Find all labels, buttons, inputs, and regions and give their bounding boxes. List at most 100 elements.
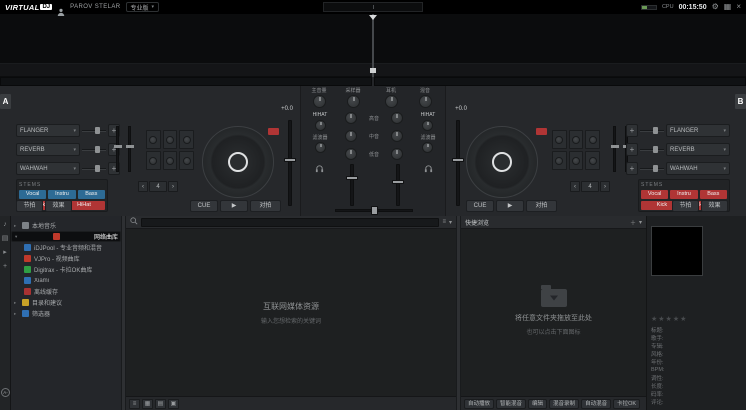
deck-b-pitch-slider[interactable]: [456, 120, 460, 206]
deck-a-pitch-slider[interactable]: [288, 120, 292, 206]
list-options-icon[interactable]: ≡: [442, 219, 446, 225]
karaoke-button[interactable]: 卡拉OK: [613, 399, 640, 409]
fx-amount-slider[interactable]: [640, 124, 664, 137]
loop-double-button[interactable]: ›: [600, 181, 610, 192]
deck-b-tab[interactable]: B: [735, 94, 746, 109]
sidebar-item-filters[interactable]: ▸ 筛选器: [11, 308, 121, 319]
right-volume-fader[interactable]: [396, 164, 400, 206]
deck-b-pad-mode-2[interactable]: 效果: [701, 200, 728, 212]
stem-pad[interactable]: [585, 130, 600, 149]
deck-a-cue-button[interactable]: CUE: [190, 200, 218, 212]
sidebar-item-online-library[interactable]: ▾ 网络曲库: [11, 231, 121, 242]
loop-half-button[interactable]: ‹: [570, 181, 580, 192]
loop-size-value[interactable]: 4: [149, 181, 167, 192]
stem-instru-button[interactable]: Instru: [670, 190, 697, 199]
history-icon[interactable]: ▸: [1, 248, 10, 257]
smart-mix-button[interactable]: 智能混音: [496, 399, 526, 409]
left-pfl-headphone-icon[interactable]: [315, 160, 324, 169]
fx-select[interactable]: FLANGER▾: [16, 124, 80, 137]
right-filter-knob[interactable]: [422, 142, 433, 153]
edit-button[interactable]: 编辑: [528, 399, 547, 409]
loop-double-button[interactable]: ›: [168, 181, 178, 192]
deck-a-pitch-fader-cap[interactable]: [284, 158, 296, 162]
stem-pad[interactable]: [163, 130, 178, 149]
deck-b-play-button[interactable]: ▶: [496, 200, 524, 212]
fx-select[interactable]: REVERB▾: [666, 143, 730, 156]
deck-a-pad-mode-1[interactable]: 节拍: [16, 200, 43, 212]
layout-grid-icon[interactable]: ▦: [724, 2, 732, 12]
sidebar-item-folders-suggestions[interactable]: ▸ 目录和建议: [11, 297, 121, 308]
crossfader-cap[interactable]: [371, 206, 378, 215]
stem-pad[interactable]: [569, 151, 584, 170]
mix-record-button[interactable]: 混音录制: [549, 399, 579, 409]
grid-view-icon[interactable]: ▦: [142, 399, 153, 409]
chevron-down-icon[interactable]: ▾: [449, 219, 452, 226]
stem-pad[interactable]: [179, 130, 194, 149]
stem-pad[interactable]: [569, 130, 584, 149]
stem-bass-button[interactable]: Bass: [78, 190, 105, 199]
deck-a-param-fader-2[interactable]: [128, 126, 131, 172]
sidebar-item-idjpool[interactable]: iDJPool - 专业音频和混音: [11, 242, 121, 253]
headphone-mix-knob[interactable]: [419, 95, 432, 108]
stem-pad[interactable]: [146, 130, 161, 149]
fx-add-button[interactable]: +: [626, 143, 638, 156]
loop-half-button[interactable]: ‹: [138, 181, 148, 192]
music-note-icon[interactable]: ♪: [1, 220, 10, 229]
left-eq-mid-knob[interactable]: [345, 130, 357, 142]
stem-instru-button[interactable]: Instru: [48, 190, 75, 199]
expand-arrow-icon[interactable]: ▸: [14, 300, 19, 306]
fx-select[interactable]: REVERB▾: [16, 143, 80, 156]
autoplay-button[interactable]: 自动播放: [464, 399, 494, 409]
sampler-volume-knob[interactable]: [347, 95, 360, 108]
right-pfl-headphone-icon[interactable]: [424, 160, 433, 169]
deck-b-sync-button[interactable]: 对拍: [526, 200, 557, 212]
stem-pad[interactable]: [552, 130, 567, 149]
add-folder-icon[interactable]: ＋: [630, 218, 636, 227]
deck-a-sync-button[interactable]: 对拍: [250, 200, 281, 212]
left-gain-knob[interactable]: [315, 120, 326, 131]
deck-a-play-button[interactable]: ▶: [220, 200, 248, 212]
stem-bass-button[interactable]: Bass: [700, 190, 727, 199]
sidebar-item-digitrax[interactable]: Digitrax - 卡拉OK曲库: [11, 264, 121, 275]
stem-pad[interactable]: [179, 151, 194, 170]
deck-b-jog-wheel[interactable]: [466, 126, 538, 198]
master-volume-knob[interactable]: [313, 95, 326, 108]
headphone-volume-knob[interactable]: [385, 95, 398, 108]
right-eq-low-knob[interactable]: [391, 148, 403, 160]
deck-a-pad-mode-2[interactable]: 效果: [45, 200, 72, 212]
left-eq-low-knob[interactable]: [345, 148, 357, 160]
rating-stars[interactable]: ★★★★★: [651, 315, 687, 323]
fx-select[interactable]: FLANGER▾: [666, 124, 730, 137]
fx-amount-slider[interactable]: [82, 143, 106, 156]
edition-dropdown[interactable]: 专业版 ▾: [126, 2, 160, 12]
right-volume-fader-cap[interactable]: [392, 180, 404, 184]
fx-amount-slider[interactable]: [82, 162, 106, 175]
fx-amount-slider[interactable]: [640, 143, 664, 156]
deck-b-track-overview[interactable]: [374, 77, 746, 86]
list-view-icon[interactable]: ≡: [129, 399, 140, 409]
stem-vocal-button[interactable]: Vocal: [19, 190, 46, 199]
right-eq-mid-knob[interactable]: [391, 130, 403, 142]
sidebar-item-vjpro[interactable]: VJPro - 视频曲库: [11, 253, 121, 264]
sidebar-item-xiami[interactable]: Xiami: [11, 275, 121, 286]
stem-pad[interactable]: [552, 151, 567, 170]
close-icon[interactable]: ×: [736, 2, 741, 12]
expand-arrow-icon[interactable]: ▸: [14, 223, 19, 229]
deck-a-jog-wheel[interactable]: [202, 126, 274, 198]
left-filter-knob[interactable]: [315, 142, 326, 153]
deck-b-pad-mode-1[interactable]: 节拍: [672, 200, 699, 212]
fx-select[interactable]: WAHWAH▾: [666, 162, 730, 175]
fx-amount-slider[interactable]: [640, 162, 664, 175]
sidebar-item-offline-cache[interactable]: 离线缓存: [11, 286, 121, 297]
fx-add-button[interactable]: +: [626, 124, 638, 137]
deck-a-param-fader-1[interactable]: [116, 126, 119, 172]
deck-a-track-overview[interactable]: [0, 77, 372, 86]
deck-a-tab[interactable]: A: [0, 94, 11, 109]
automix-button[interactable]: 自动混音: [581, 399, 611, 409]
right-gain-knob[interactable]: [422, 120, 433, 131]
loop-size-value[interactable]: 4: [581, 181, 599, 192]
stem-vocal-button[interactable]: Vocal: [641, 190, 668, 199]
deck-b-cue-button[interactable]: CUE: [466, 200, 494, 212]
chevron-down-icon[interactable]: ▾: [639, 219, 642, 226]
panel-view-icon[interactable]: ▣: [168, 399, 179, 409]
